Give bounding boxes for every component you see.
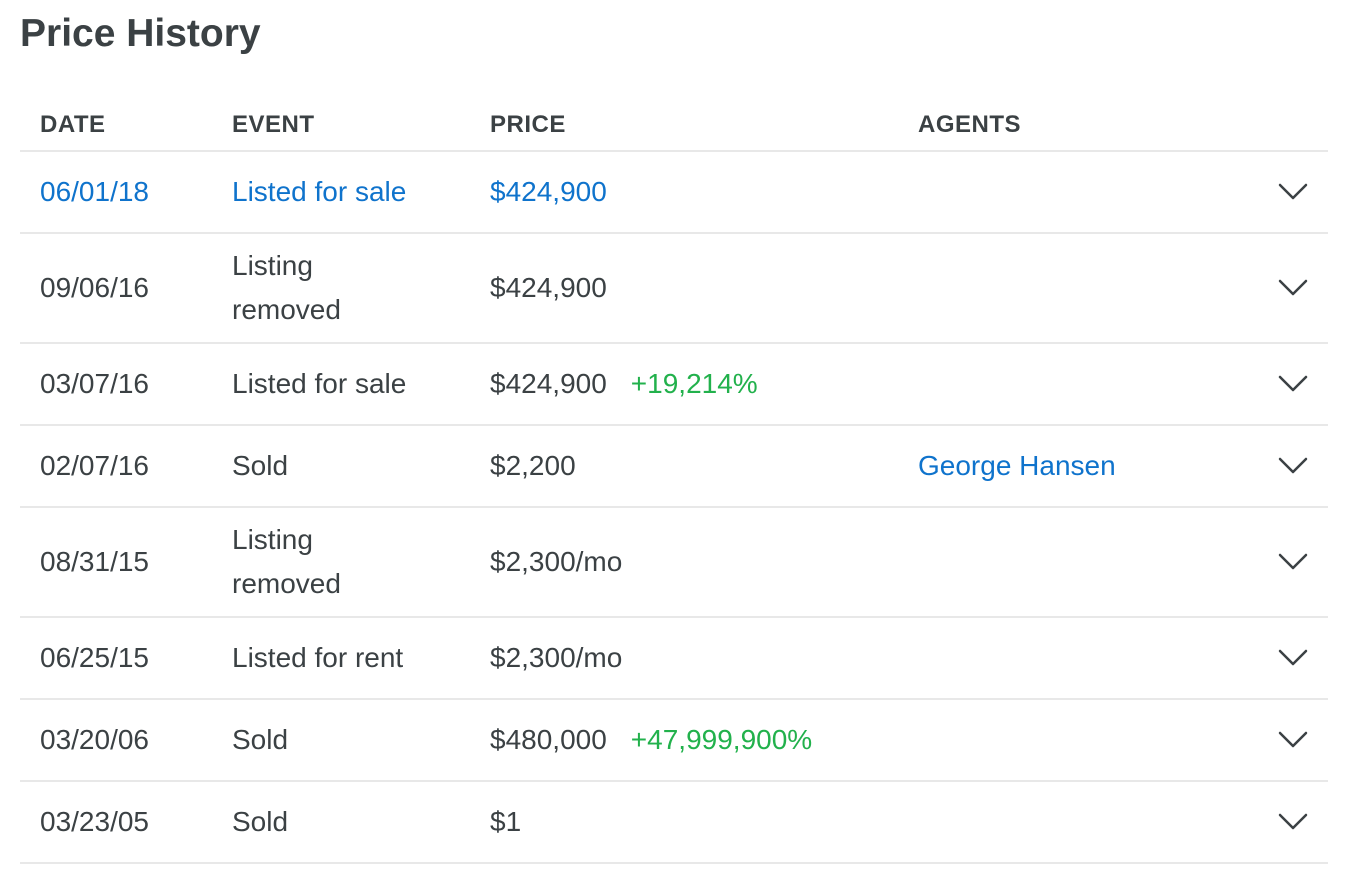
row-price: $2,300/mo — [490, 636, 918, 680]
header-date: DATE — [40, 111, 106, 138]
table-header: DATE EVENT PRICE AGENTS — [20, 96, 1328, 152]
row-price: $2,300/mo — [490, 540, 918, 584]
row-event: Listing removed — [232, 518, 490, 606]
row-price-value: $2,200 — [490, 450, 576, 481]
table-row[interactable]: 02/07/16 Sold $2,200 George Hansen — [20, 426, 1328, 508]
chevron-down-icon — [1278, 553, 1308, 570]
expand-row-button[interactable] — [1258, 457, 1328, 475]
row-agents: George Hansen — [918, 444, 1258, 488]
chevron-down-icon — [1278, 375, 1308, 392]
row-date: 09/06/16 — [40, 272, 149, 303]
row-price: $424,900 — [490, 170, 918, 214]
table-row[interactable]: 03/20/06 Sold $480,000 +47,999,900% — [20, 700, 1328, 782]
row-event: Sold — [232, 444, 490, 488]
price-change-badge: +47,999,900% — [630, 724, 813, 755]
table-row[interactable]: 06/25/15 Listed for rent $2,300/mo — [20, 618, 1328, 700]
chevron-down-icon — [1278, 183, 1308, 200]
chevron-down-icon — [1278, 731, 1308, 748]
header-price: PRICE — [490, 111, 566, 138]
row-price-value: $1 — [490, 806, 522, 837]
row-date: 06/25/15 — [40, 642, 149, 673]
agent-link[interactable]: George Hansen — [918, 450, 1116, 481]
table-row[interactable]: 03/07/16 Listed for sale $424,900 +19,21… — [20, 344, 1328, 426]
row-price: $424,900 +19,214% — [490, 362, 918, 406]
table-row[interactable]: 03/23/05 Sold $1 — [20, 782, 1328, 864]
expand-row-button[interactable] — [1258, 649, 1328, 667]
expand-row-button[interactable] — [1258, 731, 1328, 749]
row-price-value: $424,900 — [490, 368, 607, 399]
row-event-label: Sold — [232, 806, 289, 837]
expand-row-button[interactable] — [1258, 553, 1328, 571]
row-date: 03/20/06 — [40, 724, 149, 755]
table-row[interactable]: 06/01/18 Listed for sale $424,900 — [20, 152, 1328, 234]
row-event-label: Sold — [232, 724, 289, 755]
expand-row-button[interactable] — [1258, 279, 1328, 297]
row-event: Sold — [232, 718, 490, 762]
price-history-table: DATE EVENT PRICE AGENTS 06/01/18 Listed … — [20, 96, 1328, 864]
table-row[interactable]: 08/31/15 Listing removed $2,300/mo — [20, 508, 1328, 618]
row-date: 08/31/15 — [40, 546, 149, 577]
row-price-value: $424,900 — [490, 272, 607, 303]
row-event: Listed for sale — [232, 362, 490, 406]
row-price: $424,900 — [490, 266, 918, 310]
row-date: 06/01/18 — [40, 176, 149, 207]
header-agents: AGENTS — [918, 111, 1022, 138]
row-event: Listed for sale — [232, 170, 490, 214]
chevron-down-icon — [1278, 279, 1308, 296]
row-price-value: $424,900 — [490, 176, 607, 207]
row-date: 03/07/16 — [40, 368, 149, 399]
row-event-label: Listing removed — [232, 524, 341, 599]
row-price: $2,200 — [490, 444, 918, 488]
expand-row-button[interactable] — [1258, 375, 1328, 393]
row-price: $480,000 +47,999,900% — [490, 718, 918, 762]
row-event-label: Listed for sale — [232, 176, 407, 207]
table-row[interactable]: 09/06/16 Listing removed $424,900 — [20, 234, 1328, 344]
row-date: 03/23/05 — [40, 806, 149, 837]
row-price-value: $480,000 — [490, 724, 607, 755]
row-event-label: Listing removed — [232, 250, 341, 325]
header-toggle-spacer — [1258, 121, 1328, 125]
row-price-value: $2,300/mo — [490, 546, 623, 577]
row-date: 02/07/16 — [40, 450, 149, 481]
row-event: Listing removed — [232, 244, 490, 332]
row-event-label: Sold — [232, 450, 289, 481]
expand-row-button[interactable] — [1258, 183, 1328, 201]
row-event: Listed for rent — [232, 636, 490, 680]
row-price-value: $2,300/mo — [490, 642, 623, 673]
section-title: Price History — [20, 12, 261, 55]
chevron-down-icon — [1278, 457, 1308, 474]
row-event-label: Listed for rent — [232, 642, 404, 673]
row-price: $1 — [490, 800, 918, 844]
header-event: EVENT — [232, 111, 315, 138]
row-event: Sold — [232, 800, 490, 844]
row-event-label: Listed for sale — [232, 368, 407, 399]
price-history-section: Price History DATE EVENT PRICE AGENTS 06… — [20, 0, 1328, 864]
expand-row-button[interactable] — [1258, 813, 1328, 831]
price-change-badge: +19,214% — [630, 368, 758, 399]
chevron-down-icon — [1278, 649, 1308, 666]
chevron-down-icon — [1278, 813, 1308, 830]
